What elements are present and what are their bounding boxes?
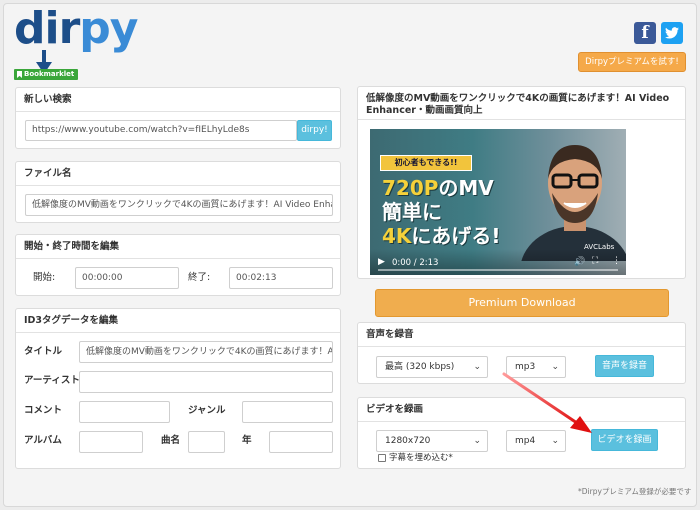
premium-download-button[interactable]: Premium Download [375, 289, 669, 317]
video-player[interactable]: 初心者もできる!! 720PのMV 簡単に 4Kにあげる! ▶ 0:00 / 2… [370, 129, 626, 275]
logo-wordmark: dirpy [14, 3, 138, 54]
volume-icon[interactable]: 🔊 [574, 257, 585, 267]
time-panel-title: 開始・終了時間を編集 [16, 235, 340, 259]
filename-panel-title: ファイル名 [16, 162, 340, 186]
annotation-arrow-icon [502, 372, 592, 433]
audio-quality-select[interactable]: 最高 (320 kbps) ⌄ [376, 356, 488, 378]
video-headline-2: 簡単に [382, 200, 442, 224]
search-panel: 新しい検索 https://www.youtube.com/watch?v=fI… [15, 87, 341, 149]
video-preview-panel: 低解像度のMV動画をワンクリックで4Kの画質にあげます！AI Video Enh… [357, 86, 686, 279]
facebook-icon[interactable]: f [634, 22, 656, 44]
filename-input[interactable]: 低解像度のMV動画をワンクリックで4Kの画質にあげます！AI Video Enh… [25, 194, 333, 216]
premium-footnote: *Dirpyプレミアム登録が必要です [578, 487, 692, 496]
video-headline-3: 4Kにあげる! [382, 224, 501, 248]
video-headline-1: 720PのMV [382, 176, 494, 200]
video-controls: ▶ 0:00 / 2:13 🔊 ⛶ ⋮ AVCLabs [370, 243, 626, 275]
album-label: アルバム [24, 435, 62, 446]
twitter-bird-icon [665, 27, 679, 39]
dirpy-submit-button[interactable]: dirpy! [297, 120, 332, 141]
video-title-divider [358, 119, 685, 120]
year-label: 年 [242, 435, 252, 446]
record-video-button[interactable]: ビデオを録画 [591, 429, 658, 451]
track-input[interactable] [188, 431, 225, 453]
video-badge: 初心者もできる!! [380, 155, 472, 171]
start-time-input[interactable]: 00:00:00 [75, 267, 179, 289]
video-time: 0:00 / 2:13 [392, 258, 439, 268]
url-input[interactable]: https://www.youtube.com/watch?v=fIELhyLd… [25, 120, 297, 141]
premium-trial-button[interactable]: Dirpyプレミアムを試す! [578, 52, 686, 72]
end-time-input[interactable]: 00:02:13 [229, 267, 333, 289]
artist-input[interactable] [79, 371, 333, 393]
video-progress-bar[interactable] [378, 269, 618, 271]
start-time-label: 開始: [33, 272, 56, 283]
album-input[interactable] [79, 431, 143, 453]
bookmarklet-badge[interactable]: Bookmarklet [14, 69, 79, 80]
search-panel-title: 新しい検索 [16, 88, 340, 112]
id3-title-input[interactable]: 低解像度のMV動画をワンクリックで4Kの画質にあげます！AI [79, 341, 333, 363]
artist-label: アーティスト [24, 375, 80, 386]
id3-title-label: タイトル [24, 346, 63, 357]
id3-panel: ID3タグデータを編集 タイトル 低解像度のMV動画をワンクリックで4Kの画質に… [15, 308, 341, 469]
more-options-icon[interactable]: ⋮ [612, 256, 621, 266]
video-title: 低解像度のMV動画をワンクリックで4Kの画質にあげます！AI Video Enh… [366, 93, 670, 116]
embed-subtitles-checkbox[interactable] [378, 454, 386, 462]
presenter-image [521, 145, 626, 261]
video-resolution-select[interactable]: 1280x720 ⌄ [376, 430, 488, 452]
track-label: 曲名 [161, 435, 181, 446]
end-time-label: 終了: [188, 272, 211, 283]
channel-watermark: AVCLabs [584, 243, 615, 251]
filename-panel: ファイル名 低解像度のMV動画をワンクリックで4Kの画質にあげます！AI Vid… [15, 161, 341, 223]
comment-input[interactable] [79, 401, 170, 423]
id3-panel-title: ID3タグデータを編集 [16, 309, 340, 333]
genre-input[interactable] [242, 401, 333, 423]
bookmark-icon [17, 71, 22, 78]
year-input[interactable] [269, 431, 333, 453]
genre-label: ジャンル [188, 405, 226, 416]
fullscreen-icon[interactable]: ⛶ [592, 256, 598, 266]
twitter-icon[interactable] [661, 22, 683, 44]
play-icon[interactable]: ▶ [378, 257, 385, 267]
chevron-down-icon: ⌄ [473, 436, 481, 446]
audio-panel-title: 音声を録音 [358, 323, 685, 347]
time-panel: 開始・終了時間を編集 開始: 00:00:00 終了: 00:02:13 [15, 234, 341, 296]
embed-subtitles-label: 字幕を埋め込む* [389, 453, 453, 463]
record-audio-button[interactable]: 音声を録音 [595, 355, 654, 377]
comment-label: コメント [24, 405, 63, 416]
chevron-down-icon: ⌄ [473, 362, 481, 372]
